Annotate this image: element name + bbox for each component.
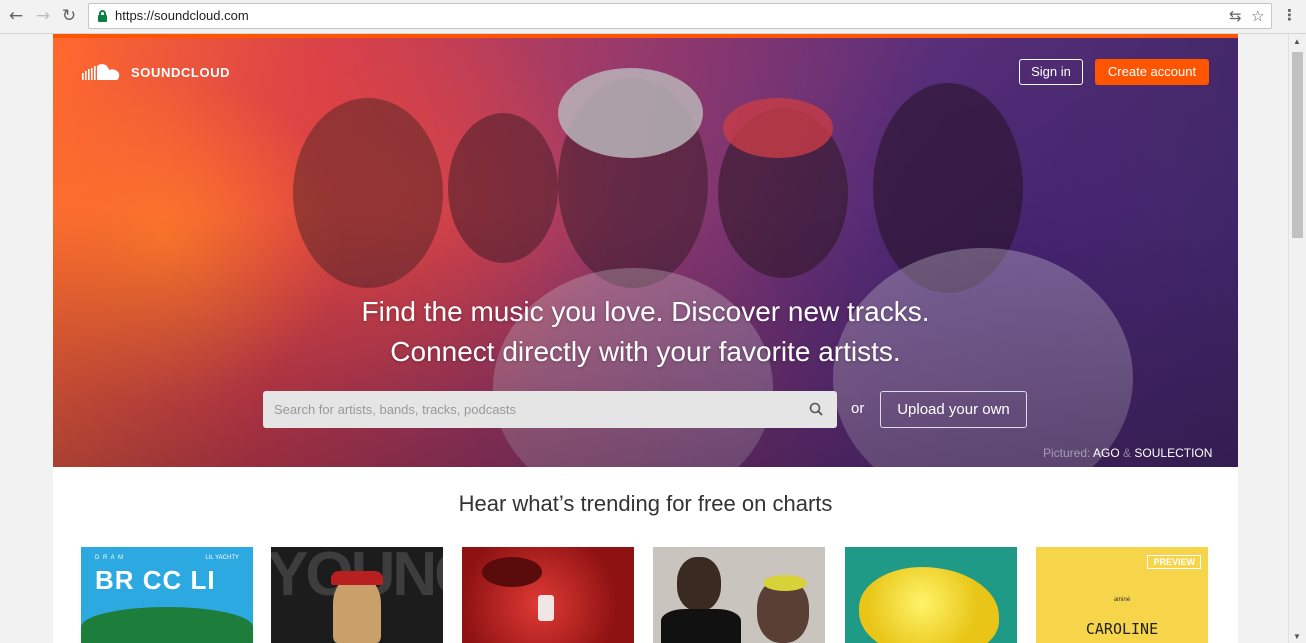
scroll-down-icon[interactable]: ▼: [1293, 632, 1301, 641]
pictured-label: Pictured:: [1043, 446, 1091, 460]
scroll-up-icon[interactable]: ▲: [1293, 37, 1301, 46]
tile-art: [482, 557, 542, 587]
tile-title: BR CC LI: [95, 565, 216, 595]
chart-tile-photo[interactable]: [653, 547, 825, 643]
sign-in-button[interactable]: Sign in: [1019, 59, 1083, 85]
browser-menu-icon[interactable]: ⋮: [1282, 6, 1297, 24]
browser-toolbar: ← → ↻ https://soundcloud.com ⇆ ☆ ⋮: [0, 0, 1306, 34]
cloud-icon: [82, 64, 120, 80]
pictured-caption: Pictured: AGO & SOULECTION: [1043, 446, 1212, 460]
search-icon[interactable]: [809, 402, 823, 416]
pictured-artist-soulection[interactable]: SOULECTION: [1134, 446, 1212, 460]
tile-art: [81, 607, 253, 643]
search-input[interactable]: Search for artists, bands, tracks, podca…: [263, 391, 837, 428]
hero-banner: SOUNDCLOUD Sign in Create account Find t…: [53, 34, 1238, 467]
hero-tagline-line1: Find the music you love. Discover new tr…: [361, 296, 930, 327]
tile-art: [763, 575, 807, 591]
chart-tile-young[interactable]: YOUNG: [271, 547, 443, 643]
tile-top-right: LIL YACHTY: [205, 555, 239, 561]
trending-title: Hear what’s trending for free on charts: [458, 491, 833, 516]
preview-badge: PREVIEW: [1147, 555, 1201, 569]
page-scrollbar[interactable]: ▲ ▼: [1288, 34, 1306, 643]
tile-art: [677, 557, 721, 611]
chart-tile-broccoli[interactable]: D R A M LIL YACHTY BR CC LI: [81, 547, 253, 643]
pictured-artist-ago[interactable]: AGO: [1093, 446, 1120, 460]
create-account-button[interactable]: Create account: [1095, 59, 1209, 85]
back-icon[interactable]: ←: [6, 6, 26, 26]
tile-art: [859, 567, 999, 643]
tile-top-left: D R A M: [95, 555, 125, 561]
tile-art: [331, 571, 383, 585]
tile-art: [333, 577, 381, 643]
tile-art: [661, 609, 741, 643]
bookmark-star-icon[interactable]: ☆: [1251, 7, 1264, 25]
chart-tile-red[interactable]: [462, 547, 634, 643]
tile-subtitle: aminé: [1113, 597, 1131, 603]
tile-title: CAROLINE: [1085, 620, 1159, 638]
chart-tile-flower[interactable]: [845, 547, 1017, 643]
soundcloud-logo[interactable]: SOUNDCLOUD: [82, 62, 230, 82]
forward-icon[interactable]: →: [33, 6, 53, 26]
chart-tile-caroline[interactable]: PREVIEW aminé CAROLINE: [1036, 547, 1208, 643]
translate-icon[interactable]: ⇆: [1229, 7, 1242, 25]
reload-icon[interactable]: ↻: [59, 6, 79, 26]
lock-icon: [98, 10, 107, 22]
upload-button[interactable]: Upload your own: [880, 391, 1027, 428]
pictured-amp: &: [1123, 446, 1132, 460]
scrollbar-thumb[interactable]: [1292, 52, 1303, 238]
url-text[interactable]: https://soundcloud.com: [115, 8, 249, 23]
tile-art: [538, 595, 554, 621]
hero-tagline-line2: Connect directly with your favorite arti…: [390, 336, 901, 367]
page-content: SOUNDCLOUD Sign in Create account Find t…: [53, 34, 1238, 643]
search-placeholder: Search for artists, bands, tracks, podca…: [274, 402, 517, 417]
address-bar[interactable]: https://soundcloud.com ⇆ ☆: [88, 3, 1272, 29]
logo-text: SOUNDCLOUD: [131, 64, 231, 80]
or-text: or: [851, 400, 865, 417]
